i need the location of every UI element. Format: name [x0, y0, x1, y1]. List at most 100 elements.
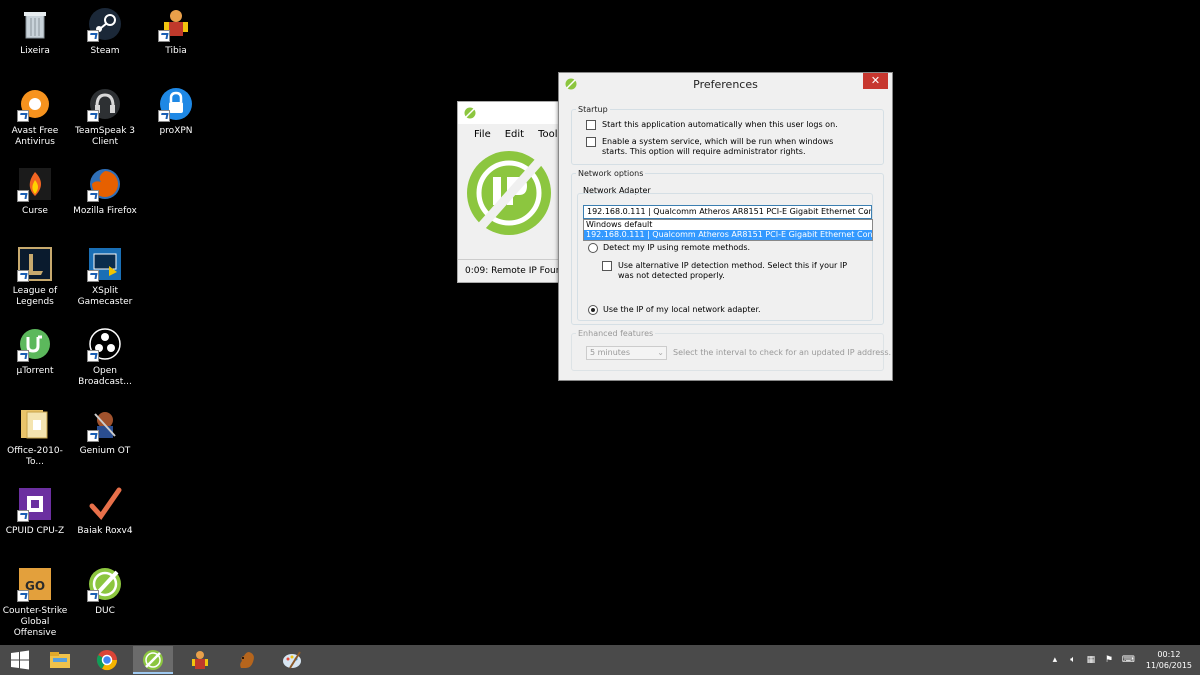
duc-title-bar[interactable] — [458, 102, 560, 124]
network-adapter-select[interactable]: 192.168.0.111 | Qualcomm Atheros AR8151 … — [583, 205, 872, 219]
system-service-checkbox[interactable] — [586, 137, 596, 147]
windows-logo-icon — [11, 650, 29, 670]
desktop-icon-tibia[interactable]: Tibia — [141, 6, 211, 57]
shortcut-arrow-icon — [158, 30, 170, 42]
preferences-title-bar[interactable]: Preferences ✕ — [559, 73, 892, 97]
desktop-icon-avast[interactable]: Avast Free Antivirus — [0, 86, 70, 148]
taskbar-paint[interactable] — [272, 646, 312, 674]
shortcut-arrow-icon — [158, 110, 170, 122]
shortcut-arrow-icon — [87, 590, 99, 602]
desktop-icon-teamspeak[interactable]: TeamSpeak 3 Client — [70, 86, 140, 148]
network-adapter-dropdown[interactable]: Windows default 192.168.0.111 | Qualcomm… — [583, 219, 873, 241]
desktop-icon-label: Lixeira — [20, 46, 50, 56]
desktop-icon-label: League of Legends — [12, 286, 58, 307]
desktop-icon-office[interactable]: Office-2010-To... — [0, 406, 70, 468]
volume-icon[interactable]: 🔈︎ — [1068, 655, 1078, 665]
duc-icon — [143, 650, 163, 670]
desktop-icon-label: proXPN — [159, 126, 193, 136]
dialog-title: Preferences — [693, 78, 758, 91]
desktop-icon-duc[interactable]: DUC — [70, 566, 140, 617]
menu-edit[interactable]: Edit — [505, 129, 524, 140]
shortcut-arrow-icon — [87, 430, 99, 442]
shortcut-arrow-icon — [87, 350, 99, 362]
desktop-icon-label: Curse — [22, 206, 48, 216]
close-button[interactable]: ✕ — [863, 73, 888, 89]
desktop-icon-proxpn[interactable]: proXPN — [141, 86, 211, 137]
shortcut-arrow-icon — [17, 350, 29, 362]
auto-start-checkbox[interactable] — [586, 120, 596, 130]
chevron-down-icon: ⌄ — [657, 348, 664, 357]
desktop-icon-xsplit[interactable]: XSplit Gamecaster — [70, 246, 140, 308]
clock-date: 11/06/2015 — [1145, 661, 1192, 670]
taskbar-chrome[interactable] — [87, 646, 127, 674]
taskbar-tibia[interactable] — [180, 646, 220, 674]
chrome-icon — [96, 650, 118, 671]
use-local-label: Use the IP of my local network adapter. — [603, 305, 761, 314]
duc-icon — [464, 107, 476, 119]
shortcut-arrow-icon — [87, 270, 99, 282]
enhanced-features-legend: Enhanced features — [578, 329, 654, 338]
squirrel-icon — [240, 652, 254, 668]
dropdown-option-selected[interactable]: 192.168.0.111 | Qualcomm Atheros AR8151 … — [584, 230, 872, 240]
desktop-icon-label: µTorrent — [16, 366, 54, 376]
shortcut-arrow-icon — [87, 110, 99, 122]
duc-main-window[interactable]: File Edit Tools 0:09: Remote IP Found: — [457, 101, 563, 283]
close-icon: ✕ — [870, 74, 881, 87]
detect-remote-label: Detect my IP using remote methods. — [603, 243, 751, 252]
duc-status-bar: 0:09: Remote IP Found: — [458, 259, 560, 282]
taskbar-squirrel-app[interactable] — [226, 646, 266, 674]
keyboard-icon[interactable]: ⌨ — [1122, 655, 1135, 665]
start-button[interactable] — [0, 646, 40, 674]
dropdown-option[interactable]: Windows default — [584, 220, 872, 230]
paint-palette-icon — [283, 651, 301, 669]
network-options-legend: Network options — [578, 169, 644, 178]
desktop-icon-utorrent[interactable]: µTorrent — [0, 326, 70, 377]
use-local-option[interactable]: Use the IP of my local network adapter. — [588, 305, 868, 315]
taskbar-file-explorer[interactable] — [40, 646, 80, 674]
recycle-bin-icon — [24, 12, 46, 39]
desktop-icon-league-of-legends[interactable]: League of Legends — [0, 246, 70, 308]
clock-time: 00:12 — [1157, 650, 1181, 659]
menu-file[interactable]: File — [474, 129, 491, 140]
desktop-icon-genium-ot[interactable]: Genium OT — [70, 406, 140, 457]
alt-detection-option[interactable]: Use alternative IP detection method. Sel… — [602, 261, 852, 281]
taskbar-duc[interactable] — [133, 646, 173, 674]
taskbar: ▴ 🔈︎ ▦ ⚑ ⌨ 00:12 11/06/2015 — [0, 645, 1200, 675]
interval-description: Select the interval to check for an upda… — [673, 348, 892, 357]
desktop-icon-recycle-bin[interactable]: Lixeira — [0, 6, 70, 57]
system-service-label: Enable a system service, which will be r… — [602, 137, 834, 156]
desktop-icon-label: XSplit Gamecaster — [77, 286, 133, 307]
system-service-option[interactable]: Enable a system service, which will be r… — [586, 137, 856, 157]
startup-legend: Startup — [578, 105, 608, 114]
system-tray: ▴ 🔈︎ ▦ ⚑ ⌨ 00:12 11/06/2015 — [1050, 645, 1192, 675]
shortcut-arrow-icon — [87, 30, 99, 42]
shortcut-arrow-icon — [17, 110, 29, 122]
auto-start-option[interactable]: Start this application automatically whe… — [586, 120, 876, 130]
desktop-icon-curse[interactable]: Curse — [0, 166, 70, 217]
auto-start-label: Start this application automatically whe… — [602, 120, 838, 129]
tibia-icon — [192, 651, 208, 669]
desktop-icon-label: DUC — [95, 606, 115, 616]
use-local-radio[interactable] — [588, 305, 598, 315]
desktop-icon-baiak[interactable]: Baiak Roxv4 — [70, 486, 140, 537]
desktop-icon-label: Steam — [90, 46, 120, 56]
desktop-icon-label: Office-2010-To... — [7, 446, 63, 467]
desktop-icon-firefox[interactable]: Mozilla Firefox — [70, 166, 140, 217]
desktop-icon-label: Genium OT — [79, 446, 131, 456]
desktop-icon-steam[interactable]: Steam — [70, 6, 140, 57]
clock[interactable]: 00:12 11/06/2015 — [1146, 649, 1192, 671]
shortcut-arrow-icon — [17, 190, 29, 202]
network-icon[interactable]: ▦ — [1086, 655, 1096, 665]
chevron-up-icon[interactable]: ▴ — [1050, 655, 1060, 665]
flag-icon[interactable]: ⚑ — [1104, 655, 1114, 665]
detect-remote-option[interactable]: Detect my IP using remote methods. — [588, 243, 868, 253]
alt-detection-checkbox[interactable] — [602, 261, 612, 271]
detect-remote-radio[interactable] — [588, 243, 598, 253]
interval-select[interactable]: 5 minutes ⌄ — [586, 346, 667, 360]
desktop-icon-label: CPUID CPU-Z — [5, 526, 65, 536]
desktop-icon-csgo[interactable]: GO Counter-Strike Global Offensive — [0, 566, 70, 639]
shortcut-arrow-icon — [17, 510, 29, 522]
desktop-icon-cpuz[interactable]: CPUID CPU-Z — [0, 486, 70, 537]
folder-icon — [21, 410, 48, 439]
desktop-icon-obs[interactable]: Open Broadcast... — [70, 326, 140, 388]
